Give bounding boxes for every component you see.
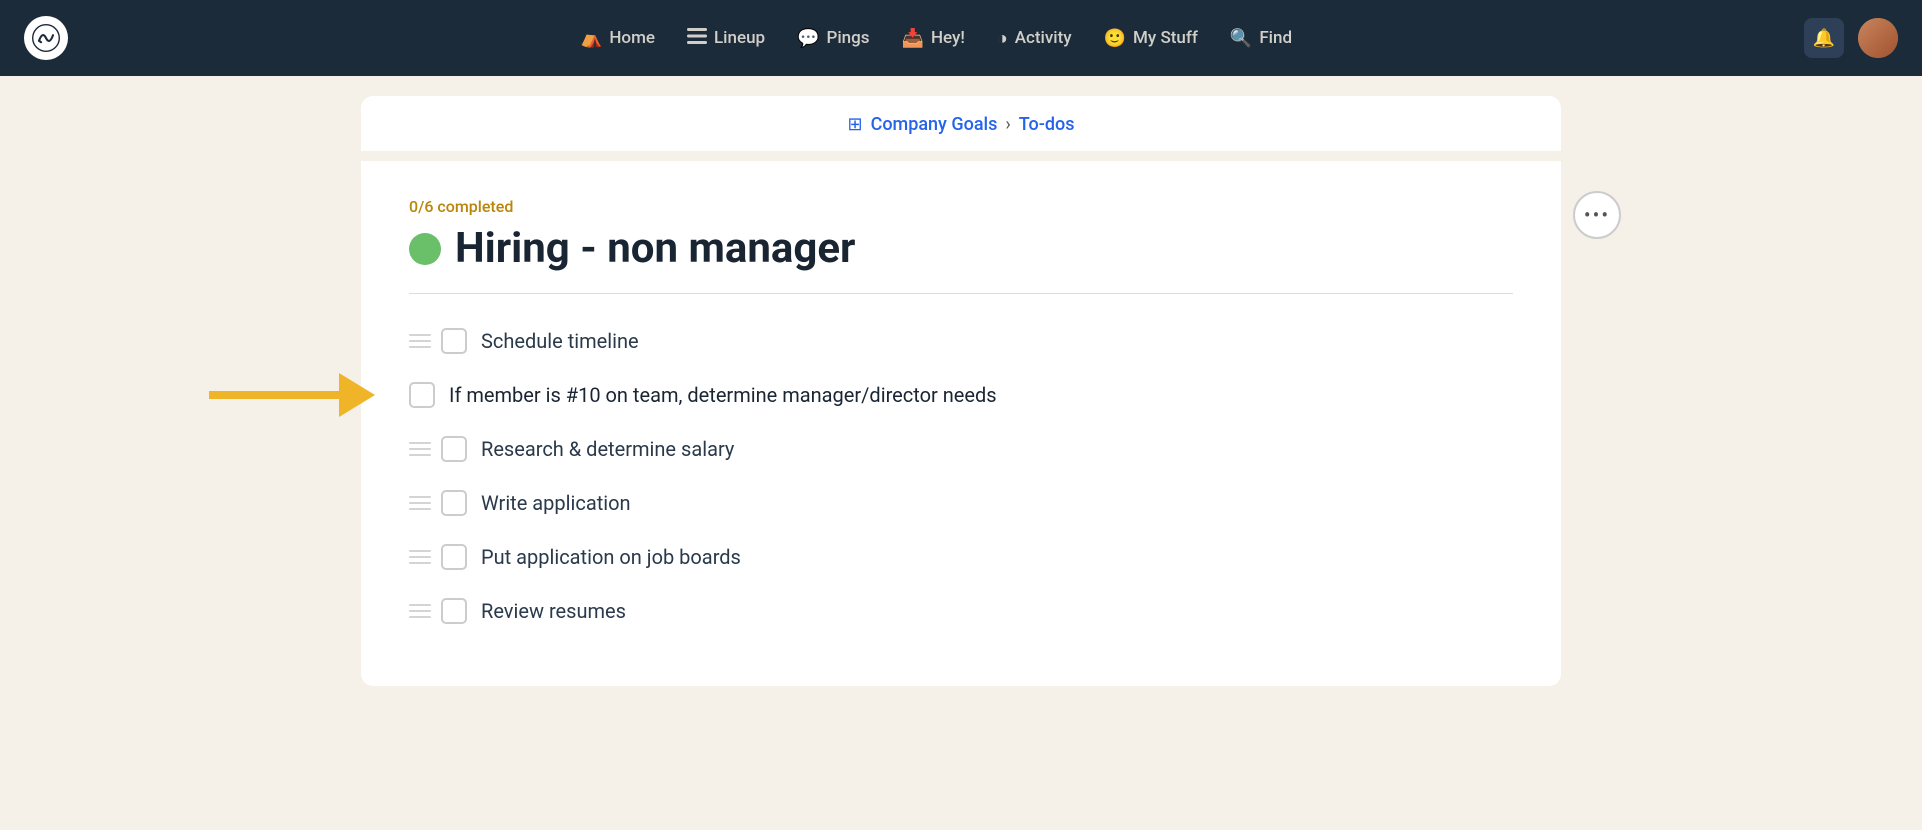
todo-text: Write application xyxy=(481,491,631,515)
breadcrumb-separator: › xyxy=(1005,114,1010,135)
arrow-head xyxy=(339,373,375,417)
goal-status-dot xyxy=(409,233,441,265)
avatar[interactable] xyxy=(1858,18,1898,58)
lineup-icon xyxy=(687,28,707,49)
main-content: ••• 0/6 completed Hiring - non manager S… xyxy=(0,161,1922,726)
arrow-indicator xyxy=(209,373,375,417)
avatar-image xyxy=(1858,18,1898,58)
todo-checkbox[interactable] xyxy=(441,436,467,462)
todo-item: Schedule timeline xyxy=(409,314,1513,368)
pings-icon: 💬 xyxy=(797,28,819,49)
goal-title: Hiring - non manager xyxy=(455,224,855,273)
nav-home[interactable]: ⛺ Home xyxy=(580,28,655,49)
nav-activity-label: Activity xyxy=(1015,28,1072,48)
drag-handle[interactable] xyxy=(409,550,437,564)
nav-find[interactable]: 🔍 Find xyxy=(1230,28,1292,49)
drag-handle[interactable] xyxy=(409,442,437,456)
nav-activity[interactable]: ◑ Activity xyxy=(997,28,1072,49)
goal-title-row: Hiring - non manager xyxy=(409,224,1513,273)
nav-home-label: Home xyxy=(609,28,655,48)
top-navigation: ⛺ Home Lineup 💬 Pings 📥 Hey! ◑ Activity xyxy=(0,0,1922,76)
todo-item: Review resumes xyxy=(409,584,1513,638)
drag-handle[interactable] xyxy=(409,496,437,510)
activity-icon: ◑ xyxy=(997,28,1008,49)
todo-text: If member is #10 on team, determine mana… xyxy=(449,383,997,407)
more-options-button[interactable]: ••• xyxy=(1573,191,1621,239)
breadcrumb-container: ⊞ Company Goals › To-dos xyxy=(361,96,1561,151)
logo[interactable] xyxy=(24,16,68,60)
todo-item: Put application on job boards xyxy=(409,530,1513,584)
breadcrumb-bar: ⊞ Company Goals › To-dos xyxy=(0,76,1922,161)
nav-right: 🔔 xyxy=(1804,18,1898,58)
breadcrumb-parent[interactable]: Company Goals xyxy=(871,114,998,135)
divider xyxy=(409,293,1513,294)
todo-text: Review resumes xyxy=(481,599,626,623)
todo-text: Research & determine salary xyxy=(481,437,734,461)
home-icon: ⛺ xyxy=(580,28,602,49)
nav-links: ⛺ Home Lineup 💬 Pings 📥 Hey! ◑ Activity xyxy=(68,28,1804,49)
nav-lineup[interactable]: Lineup xyxy=(687,28,765,49)
drag-handle[interactable] xyxy=(409,334,437,348)
hey-icon: 📥 xyxy=(902,28,924,49)
todo-item: Write application xyxy=(409,476,1513,530)
arrow-shaft xyxy=(209,391,339,399)
goal-header: 0/6 completed Hiring - non manager xyxy=(409,197,1513,273)
bell-icon: 🔔 xyxy=(1813,28,1835,49)
breadcrumb-current[interactable]: To-dos xyxy=(1019,114,1075,135)
nav-pings-label: Pings xyxy=(827,28,870,48)
find-icon: 🔍 xyxy=(1230,28,1252,49)
todo-text: Put application on job boards xyxy=(481,545,741,569)
todo-checkbox[interactable] xyxy=(441,598,467,624)
nav-hey[interactable]: 📥 Hey! xyxy=(902,28,965,49)
nav-pings[interactable]: 💬 Pings xyxy=(797,28,869,49)
nav-mystuff-label: My Stuff xyxy=(1133,28,1198,48)
mystuff-icon: 🙂 xyxy=(1104,28,1126,49)
todo-item: If member is #10 on team, determine mana… xyxy=(409,368,1513,422)
nav-find-label: Find xyxy=(1259,28,1292,48)
nav-mystuff[interactable]: 🙂 My Stuff xyxy=(1104,28,1198,49)
nav-lineup-label: Lineup xyxy=(714,28,765,48)
todo-checkbox[interactable] xyxy=(409,382,435,408)
todo-checkbox[interactable] xyxy=(441,544,467,570)
todo-text: Schedule timeline xyxy=(481,329,639,353)
nav-hey-label: Hey! xyxy=(931,28,965,48)
content-card: ••• 0/6 completed Hiring - non manager S… xyxy=(361,161,1561,686)
grid-icon: ⊞ xyxy=(847,114,862,135)
todo-item: Research & determine salary xyxy=(409,422,1513,476)
todo-checkbox[interactable] xyxy=(441,328,467,354)
completed-label: 0/6 completed xyxy=(409,197,1513,216)
todo-checkbox[interactable] xyxy=(441,490,467,516)
todo-list: Schedule timeline If member is #10 on te… xyxy=(409,314,1513,638)
drag-handle[interactable] xyxy=(409,604,437,618)
notifications-button[interactable]: 🔔 xyxy=(1804,18,1844,58)
